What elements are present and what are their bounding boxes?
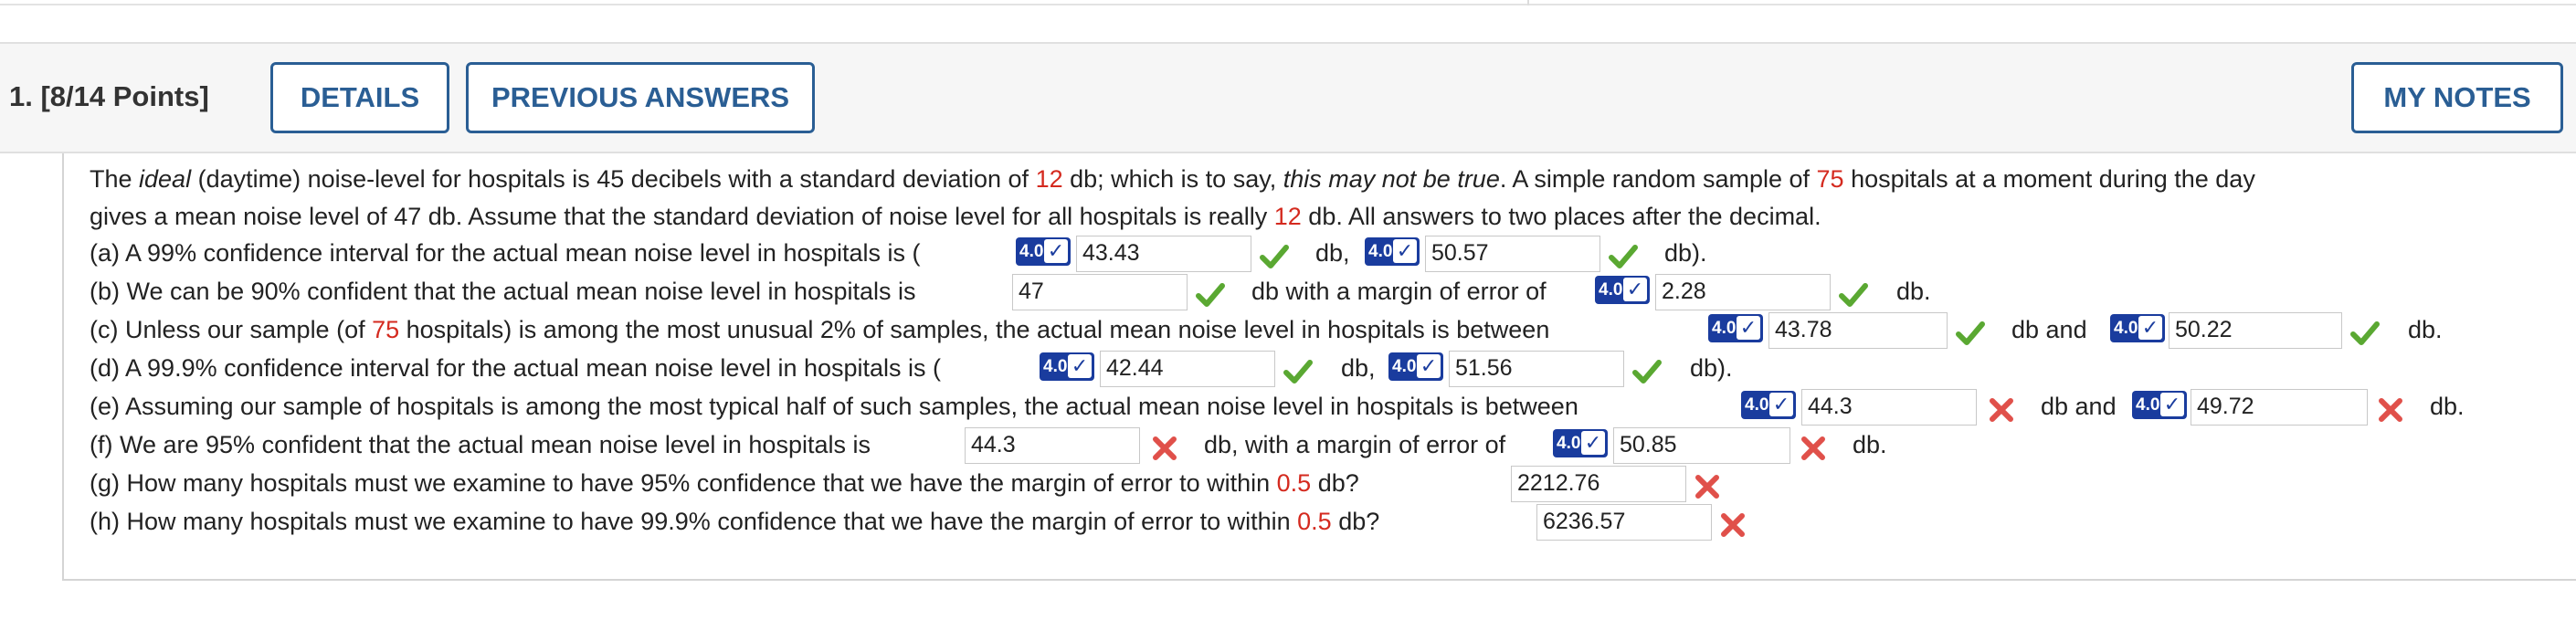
- part-d-upper-input[interactable]: 51.56: [1449, 351, 1624, 387]
- question-number: 1. [8/14 Points]: [9, 80, 209, 112]
- part-b-mean-input[interactable]: 47: [1012, 274, 1188, 310]
- check-icon: [1839, 283, 1868, 307]
- part-a-text: (a) A 99% confidence interval for the ac…: [90, 239, 921, 267]
- part-a-lower-input[interactable]: 43.43: [1076, 236, 1251, 272]
- part-e-text: (e) Assuming our sample of hospitals is …: [90, 393, 1578, 420]
- version-badge: 4.0 ✓: [1388, 352, 1443, 381]
- version-badge: 4.0 ✓: [1741, 391, 1796, 419]
- part-f-text: (f) We are 95% confident that the actual…: [90, 431, 871, 458]
- part-c-lower-input[interactable]: 43.78: [1768, 312, 1948, 349]
- part-a-mid: db,: [1315, 239, 1350, 267]
- x-mark-icon: [1721, 513, 1745, 537]
- previous-answers-button[interactable]: PREVIOUS ANSWERS: [466, 62, 815, 133]
- check-icon: [1956, 321, 1985, 345]
- part-e-mid: db and: [2041, 393, 2117, 420]
- details-button[interactable]: DETAILS: [270, 62, 449, 133]
- part-e-upper-input[interactable]: 49.72: [2191, 389, 2368, 426]
- check-icon: [1283, 360, 1313, 384]
- part-c-mid: db and: [2011, 316, 2087, 343]
- check-icon: [2350, 321, 2380, 345]
- version-badge: 4.0 ✓: [1553, 429, 1608, 457]
- part-d-mid: db,: [1341, 354, 1376, 382]
- version-badge: 4.0 ✓: [1365, 237, 1420, 266]
- check-icon: [1196, 283, 1225, 307]
- x-mark-icon: [1153, 436, 1177, 460]
- part-f-mean-input[interactable]: 44.3: [965, 427, 1140, 464]
- x-mark-icon: [2379, 398, 2402, 422]
- part-h-input[interactable]: 6236.57: [1536, 504, 1712, 541]
- part-e-end: db.: [2430, 393, 2465, 420]
- sd-value: 12: [1035, 165, 1063, 193]
- part-f-moe-input[interactable]: 50.85: [1613, 427, 1790, 464]
- question-header: 1. [8/14 Points] DETAILS PREVIOUS ANSWER…: [0, 42, 2576, 153]
- check-icon: [1609, 245, 1638, 268]
- part-h-text: (h) How many hospitals must we examine t…: [90, 508, 1380, 535]
- version-badge: 4.0 ✓: [1595, 276, 1650, 304]
- part-e-lower-input[interactable]: 44.3: [1801, 389, 1977, 426]
- part-d-lower-input[interactable]: 42.44: [1100, 351, 1275, 387]
- part-b-text: (b) We can be 90% confident that the act…: [90, 278, 916, 305]
- x-mark-icon: [1695, 475, 1719, 499]
- sample-size: 75: [1816, 165, 1844, 193]
- version-badge: 4.0 ✓: [1016, 237, 1071, 266]
- part-b-moe-input[interactable]: 2.28: [1655, 274, 1831, 310]
- part-f-mid: db, with a margin of error of: [1204, 431, 1506, 458]
- version-badge: 4.0 ✓: [2110, 314, 2165, 342]
- part-d-text: (d) A 99.9% confidence interval for the …: [90, 354, 942, 382]
- part-c-end: db.: [2408, 316, 2443, 343]
- check-icon: [1632, 360, 1662, 384]
- version-badge: 4.0 ✓: [1040, 352, 1094, 381]
- my-notes-button[interactable]: MY NOTES: [2351, 62, 2563, 133]
- top-divider: [0, 0, 2576, 5]
- part-c-text: (c) Unless our sample (of 75 hospitals) …: [90, 316, 1550, 343]
- part-a-upper-input[interactable]: 50.57: [1425, 236, 1600, 272]
- check-icon: [1260, 245, 1289, 268]
- part-f-end: db.: [1853, 431, 1887, 458]
- intro-line-2: gives a mean noise level of 47 db. Assum…: [90, 203, 1821, 230]
- x-mark-icon: [1990, 398, 2013, 422]
- part-g-text: (g) How many hospitals must we examine t…: [90, 469, 1359, 497]
- part-b-end: db.: [1896, 278, 1931, 305]
- sd-value-2: 12: [1273, 203, 1302, 230]
- part-a-end: db).: [1664, 239, 1707, 267]
- version-badge: 4.0 ✓: [1708, 314, 1763, 342]
- part-g-input[interactable]: 2212.76: [1511, 466, 1686, 502]
- x-mark-icon: [1801, 436, 1825, 460]
- part-d-end: db).: [1690, 354, 1733, 382]
- part-c-upper-input[interactable]: 50.22: [2169, 312, 2342, 349]
- version-badge: 4.0 ✓: [2132, 391, 2187, 419]
- part-b-mid: db with a margin of error of: [1251, 278, 1547, 305]
- intro-line-1: The ideal (daytime) noise-level for hosp…: [90, 165, 2255, 193]
